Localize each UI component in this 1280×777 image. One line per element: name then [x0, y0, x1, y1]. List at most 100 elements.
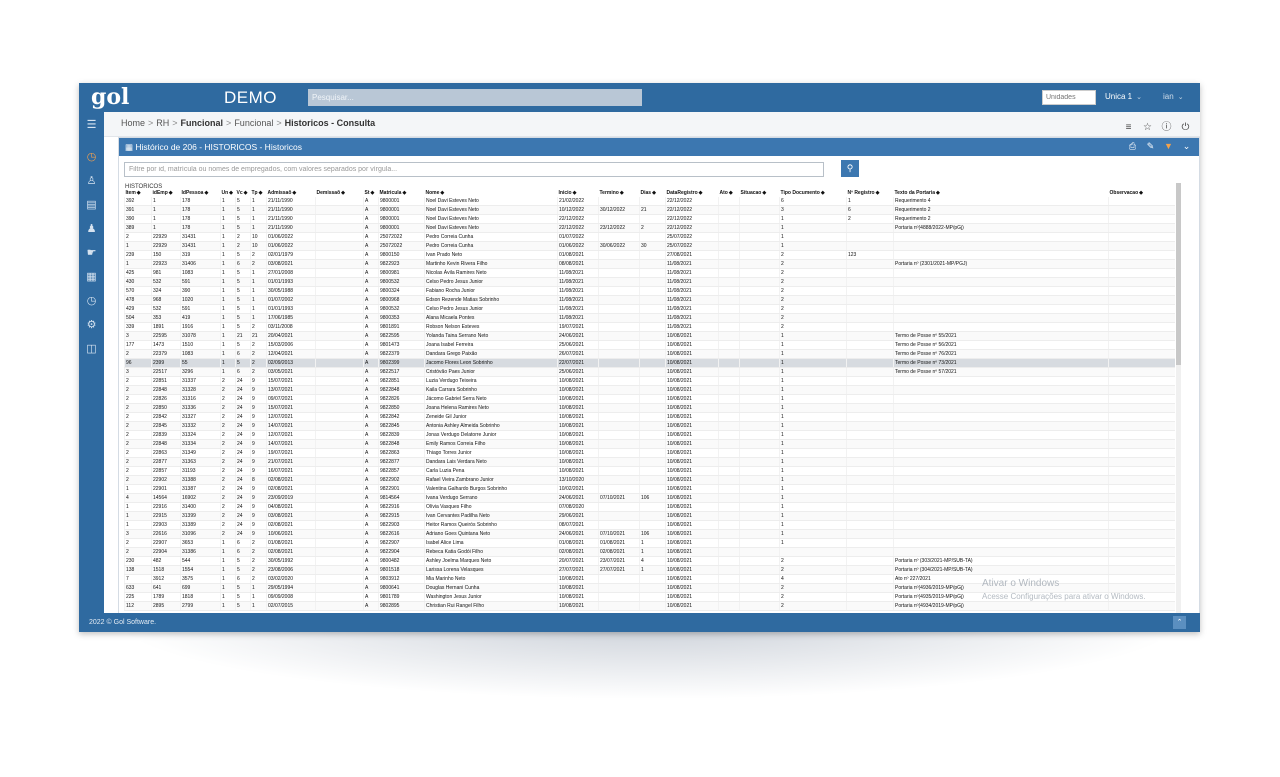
user-icon[interactable]: ♙: [84, 174, 99, 189]
table-row[interactable]: 2 22839 31324 2 24 9 12/07/2021 A 9822839 Jonas V…: [124, 430, 1175, 440]
menu-icon[interactable]: ☰: [84, 118, 99, 133]
power-icon[interactable]: ⏻: [1179, 122, 1192, 133]
handshake-icon[interactable]: ☛: [84, 246, 99, 261]
table-cell: 9800532: [378, 277, 425, 287]
scrollbar-thumb[interactable]: [1176, 183, 1181, 365]
column-header[interactable]: Tipo Documento◆: [780, 190, 847, 197]
chevron-down-icon[interactable]: ⌄: [1180, 141, 1193, 152]
user-dropdown[interactable]: ian ⌄: [1163, 92, 1184, 101]
table-row[interactable]: 2 22826 31316 2 24 9 09/07/2021 A 9822826 Jácomo …: [124, 394, 1175, 404]
table-row[interactable]: 429 532 591 1 5 1 01/01/1993 A 9800532 Celso Pedr…: [124, 304, 1175, 314]
search-button[interactable]: ⚲: [841, 160, 859, 177]
table-row[interactable]: 1 22903 31389 2 24 9 02/08/2021 A 9822903 Heitor …: [124, 520, 1175, 530]
table-row[interactable]: 3 22595 31078 1 21 21 20/04/2021 A 9822595 Yoland…: [124, 331, 1175, 341]
gear-icon[interactable]: ⚙: [84, 318, 99, 333]
table-row[interactable]: 570 324 390 1 5 1 30/05/1988 A 9800324 Fabiano Ro…: [124, 286, 1175, 296]
table-row[interactable]: 1 22915 31399 2 24 9 03/08/2021 A 9822915 Ivan Ce…: [124, 511, 1175, 521]
column-header[interactable]: Dias◆: [640, 190, 666, 197]
column-header[interactable]: Termino◆: [599, 190, 640, 197]
column-header[interactable]: Nome◆: [425, 190, 558, 197]
column-header[interactable]: Observacao◆: [1109, 190, 1175, 197]
table-row[interactable]: 391 1 178 1 5 1 21/11/1990 A 9800001 Noel Davi Es…: [124, 205, 1175, 215]
filter-icon[interactable]: ▼: [1162, 141, 1175, 151]
column-header[interactable]: Admissaõ◆: [267, 190, 316, 197]
column-header[interactable]: Tp◆: [251, 190, 267, 197]
column-header[interactable]: Ato◆: [719, 190, 740, 197]
column-header[interactable]: IdPessoa◆: [181, 190, 221, 197]
table-row[interactable]: 2 22379 1083 1 6 2 12/04/2021 A 9822379 Dandara G…: [124, 349, 1175, 359]
column-header[interactable]: Un◆: [221, 190, 236, 197]
table-row[interactable]: 430 532 591 1 5 1 01/01/1993 A 9800532 Celso Pedr…: [124, 277, 1175, 287]
table-row[interactable]: 2 22907 3653 1 6 2 01/08/2021 A 9822907 Isabel Al…: [124, 538, 1175, 548]
help-icon[interactable]: ⓘ: [1160, 118, 1173, 133]
document-icon[interactable]: ▤: [84, 198, 99, 213]
column-header[interactable]: Item◆: [125, 190, 152, 197]
table-row[interactable]: 1 22916 31400 2 24 9 04/08/2021 A 9822916 Olívia …: [124, 502, 1175, 512]
column-header[interactable]: Matricula◆: [379, 190, 425, 197]
edit-icon[interactable]: ✎: [1144, 141, 1157, 152]
breadcrumb-funcional[interactable]: Funcional: [181, 118, 224, 128]
medkit-icon[interactable]: ◫: [84, 342, 99, 357]
table-row[interactable]: 2 22877 31363 2 24 9 21/07/2021 A 9822877 Dandara…: [124, 457, 1175, 467]
column-header[interactable]: Inicio◆: [558, 190, 599, 197]
column-header[interactable]: Situacao◆: [740, 190, 780, 197]
column-header[interactable]: Nº Registro◆: [847, 190, 894, 197]
table-row[interactable]: 177 1473 1510 1 5 2 15/03/2006 A 9801473 Joana Is…: [124, 340, 1175, 350]
table-row[interactable]: 2 22857 31193 2 24 9 16/07/2021 A 9822857 Carla L…: [124, 466, 1175, 476]
table-row[interactable]: 2 22902 31388 2 24 8 02/08/2021 A 9822902 Rafael …: [124, 475, 1175, 485]
column-header[interactable]: DataRegistro◆: [666, 190, 719, 197]
column-header[interactable]: Vc◆: [236, 190, 251, 197]
logo[interactable]: gol: [91, 85, 131, 109]
table-row[interactable]: 425 981 1083 1 5 1 27/01/2008 A 9800981 Nicolas Á…: [124, 268, 1175, 278]
table-row[interactable]: 2 22850 31336 2 24 9 15/07/2021 A 9822850 Joana H…: [124, 403, 1175, 413]
column-header[interactable]: Demissaõ◆: [316, 190, 364, 197]
table-cell: 22915: [151, 511, 181, 521]
table-container[interactable]: Item◆ idEmp◆ IdPessoa◆ Un◆ Vc◆ Tp◆ Admissaõ◆ De…: [124, 190, 1176, 614]
star-icon[interactable]: ☆: [1141, 122, 1154, 133]
table-row[interactable]: 230 482 544 1 5 2 30/05/1992 A 9800482 Ashley Joe…: [124, 556, 1175, 566]
table-row[interactable]: 2 22863 31349 2 24 9 19/07/2021 A 9822863 Thiago …: [124, 448, 1175, 458]
table-cell: [718, 529, 740, 539]
search-input[interactable]: [308, 89, 642, 106]
table-row[interactable]: 478 968 1020 1 5 1 01/07/2002 A 9800968 Edson Rez…: [124, 295, 1175, 305]
table-row[interactable]: 2 22851 31337 2 24 9 15/07/2021 A 9822851 Luzia V…: [124, 376, 1175, 386]
scroll-top-button[interactable]: ⌃: [1173, 616, 1186, 629]
breadcrumb-home[interactable]: Home: [121, 118, 145, 128]
table-row[interactable]: 389 1 178 1 5 1 21/11/1990 A 9800001 Noel Davi Es…: [124, 223, 1175, 233]
table-row[interactable]: 3 22616 31096 2 24 9 10/06/2021 A 9822616 Adriano…: [124, 529, 1175, 539]
filter-input[interactable]: [124, 162, 824, 177]
table-row[interactable]: 138 1518 1554 1 5 2 23/08/2006 A 9801518 Larissa …: [124, 565, 1175, 575]
table-row[interactable]: 2 22842 31327 2 24 9 12/07/2021 A 9822842 Zeneide…: [124, 412, 1175, 422]
table-row[interactable]: 2 22848 31334 2 24 9 14/07/2021 A 9822848 Emily R…: [124, 439, 1175, 449]
clock-icon[interactable]: ◷: [84, 294, 99, 309]
table-row[interactable]: 2 22848 31328 2 24 9 13/07/2021 A 9822848 Kaila C…: [124, 385, 1175, 395]
table-row[interactable]: 2 22929 31431 1 2 10 01/06/2022 A 25072022 Pedro …: [124, 232, 1175, 242]
column-header[interactable]: idEmp◆: [152, 190, 181, 197]
column-header[interactable]: St◆: [364, 190, 379, 197]
calendar-icon[interactable]: ▦: [84, 270, 99, 285]
table-row[interactable]: 239 150 319 1 5 2 02/01/1979 A 9800150 Ivan Prado…: [124, 250, 1175, 260]
users-icon[interactable]: ♟: [84, 222, 99, 237]
table-row[interactable]: 1 22929 31431 1 2 10 01/06/2022 A 25072022 Pedro …: [124, 241, 1175, 251]
table-row[interactable]: 339 1891 1916 1 5 2 03/11/2008 A 9801891 Robson N…: [124, 322, 1175, 332]
dashboard-icon[interactable]: ◷: [84, 150, 99, 165]
breadcrumb-funcional-sub[interactable]: Funcional: [234, 118, 273, 128]
sliders-icon[interactable]: ≡: [1122, 122, 1135, 133]
column-header[interactable]: Texto da Portaria◆: [894, 190, 1109, 197]
table-row[interactable]: 4 14564 16902 2 24 9 23/09/2019 A 9814564 Ivana V…: [124, 493, 1175, 503]
table-row[interactable]: 1 22901 31387 2 24 9 02/08/2021 A 9822901 Valenti…: [124, 484, 1175, 494]
table-row[interactable]: 504 353 419 1 5 1 17/06/1985 A 9800353 Alana Mica…: [124, 313, 1175, 323]
unit-dropdown[interactable]: Unica 1 ⌄: [1105, 92, 1142, 101]
table-row[interactable]: 2 22904 31386 1 6 2 02/08/2021 A 9822904 Rebeca K…: [124, 547, 1175, 557]
table-row[interactable]: 1 22923 31406 1 6 2 03/08/2021 A 9822923 Martinho…: [124, 259, 1175, 269]
table-row[interactable]: 96 2399 55 1 5 2 02/09/2013 A 9802399 Jacomo Flor…: [124, 358, 1175, 368]
breadcrumb-rh[interactable]: RH: [156, 118, 169, 128]
table-row[interactable]: 2 22845 31332 2 24 9 14/07/2021 A 9822845 Antonia…: [124, 421, 1175, 431]
table-row[interactable]: 390 1 178 1 5 1 21/11/1990 A 9800001 Noel Davi Es…: [124, 214, 1175, 224]
table-row[interactable]: 112 2895 2799 1 5 1 02/07/2015 A 9802895 Christia…: [124, 601, 1175, 611]
table-row[interactable]: 392 1 178 1 5 1 21/11/1990 A 9800001 Noel Davi Es…: [124, 197, 1175, 206]
table-row[interactable]: 3 22517 3296 1 6 2 03/05/2021 A 9822517 Cristóvão…: [124, 367, 1175, 377]
vertical-scrollbar[interactable]: [1176, 183, 1181, 614]
print-icon[interactable]: ⎙: [1126, 141, 1139, 152]
unidades-input[interactable]: [1042, 90, 1096, 105]
